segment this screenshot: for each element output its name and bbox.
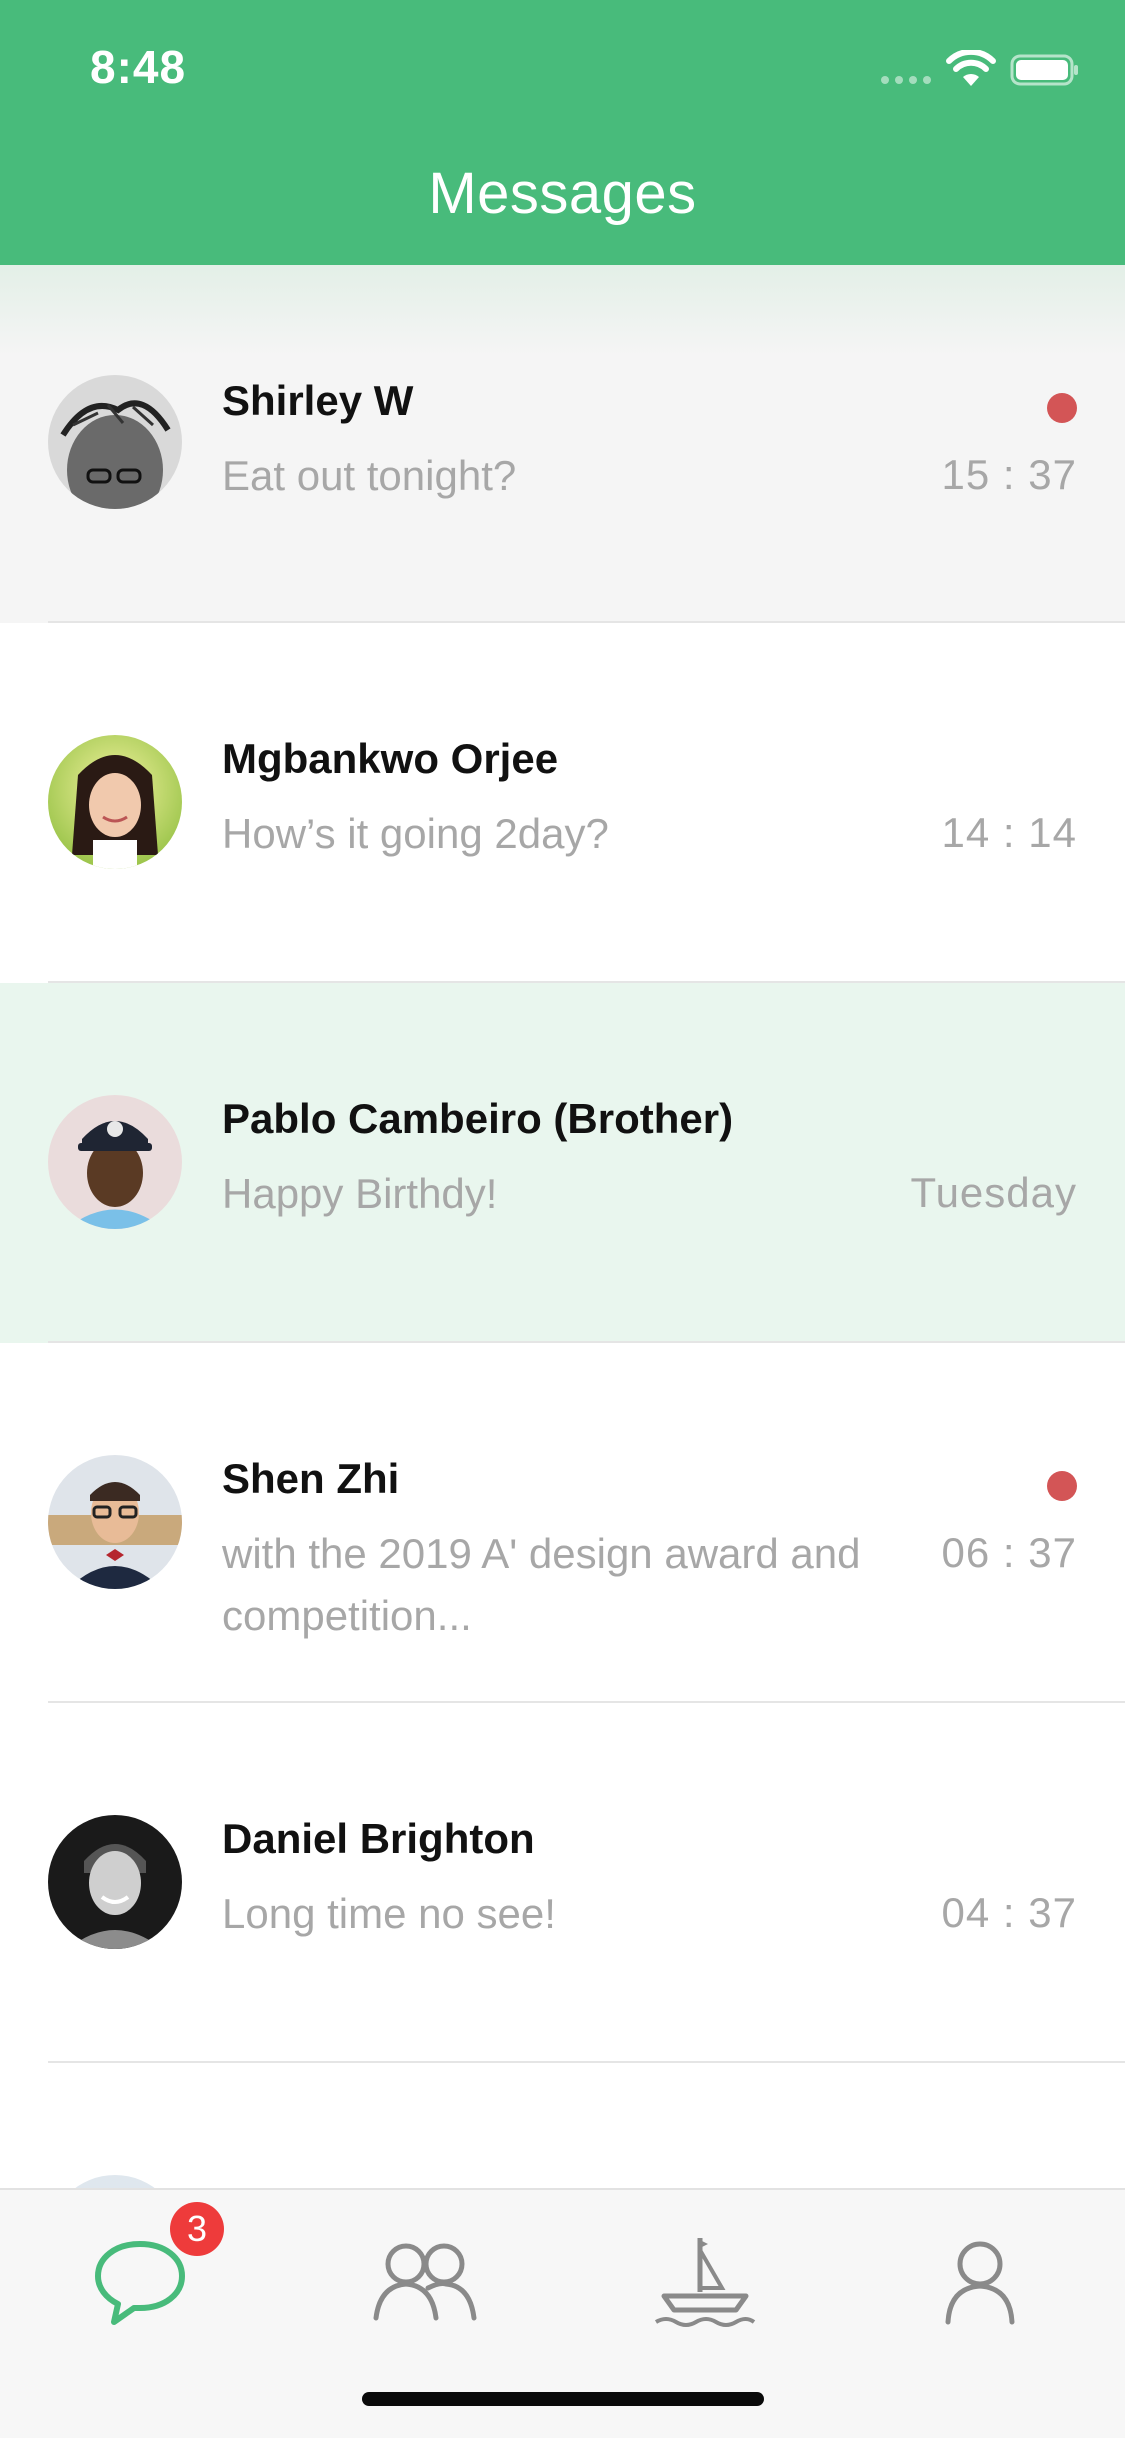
contact-name: Shirley W xyxy=(222,377,414,424)
message-time: 14 : 14 xyxy=(941,809,1077,856)
tab-contacts[interactable] xyxy=(370,2230,480,2330)
message-time: 06 : 37 xyxy=(941,1529,1077,1576)
message-preview: Long time no see! xyxy=(222,1890,556,1937)
tab-profile[interactable] xyxy=(930,2230,1040,2330)
contacts-icon xyxy=(373,2243,477,2321)
conversation-row[interactable]: Mgbankwo Orjee How’s it going 2day? 14 :… xyxy=(0,623,1125,983)
message-time: 15 : 37 xyxy=(941,451,1077,498)
contact-name: Pablo Cambeiro (Brother) xyxy=(222,1095,734,1142)
contact-name: Shen Zhi xyxy=(222,1455,400,1502)
conversation-list: Shirley W Eat out tonight? 15 : 37 Mgban… xyxy=(0,265,1125,2423)
avatar xyxy=(48,1095,182,1229)
status-time: 8:48 xyxy=(90,41,187,93)
profile-icon xyxy=(945,2241,1015,2325)
cellular-signal-icon xyxy=(881,76,931,84)
sailboat-icon xyxy=(654,2238,756,2327)
battery-icon xyxy=(1010,54,1078,86)
conversation-row[interactable]: Shirley W Eat out tonight? 15 : 37 xyxy=(0,265,1125,623)
home-indicator[interactable] xyxy=(362,2392,764,2406)
avatar xyxy=(48,1455,182,1589)
unread-indicator xyxy=(1047,1471,1077,1501)
tab-explore[interactable] xyxy=(650,2230,760,2330)
message-preview: Eat out tonight? xyxy=(222,452,517,499)
conversation-row-selected[interactable]: Pablo Cambeiro (Brother) Happy Birthdy! … xyxy=(0,983,1125,1343)
message-preview: How’s it going 2day? xyxy=(222,810,609,857)
message-preview: with the 2019 A' design award and compet… xyxy=(222,1530,861,1639)
message-time: Tuesday xyxy=(910,1169,1077,1216)
avatar xyxy=(48,375,182,509)
contact-name: Mgbankwo Orjee xyxy=(222,735,559,782)
avatar xyxy=(48,735,182,869)
message-time: 04 : 37 xyxy=(941,1889,1077,1936)
page-title: Messages xyxy=(428,161,697,226)
unread-badge: 3 xyxy=(170,2202,224,2256)
unread-indicator xyxy=(1047,393,1077,423)
wifi-icon xyxy=(946,50,996,86)
conversation-row[interactable]: Shen Zhi with the 2019 A' design award a… xyxy=(0,1343,1125,1703)
contact-name: Daniel Brighton xyxy=(222,1815,535,1862)
app-header: 8:48 Messages xyxy=(0,0,1125,265)
avatar xyxy=(48,1815,182,1949)
conversation-row[interactable]: Daniel Brighton Long time no see! 04 : 3… xyxy=(0,1703,1125,2063)
message-preview: Happy Birthdy! xyxy=(222,1170,498,1217)
